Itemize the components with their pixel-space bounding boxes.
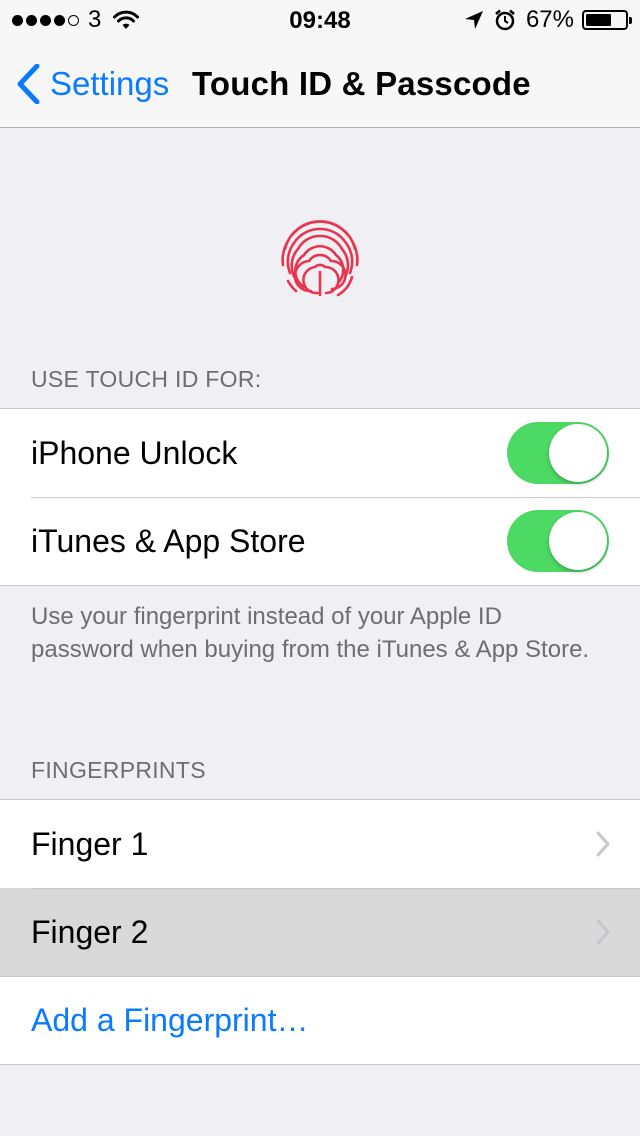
navigation-bar: Settings Touch ID & Passcode — [0, 40, 640, 128]
fingerprint-illustration — [0, 129, 640, 354]
toggle-knob — [549, 424, 607, 482]
chevron-right-icon — [596, 919, 610, 945]
chevron-right-icon — [596, 831, 610, 857]
back-button-label: Settings — [50, 65, 170, 102]
status-bar: 3 09:48 67% — [0, 0, 640, 40]
itunes-app-store-cell: iTunes & App Store — [0, 497, 640, 585]
iphone-unlock-cell: iPhone Unlock — [0, 409, 640, 497]
fingerprints-section-header: FINGERPRINTS — [31, 757, 206, 783]
fingerprint-icon — [281, 220, 359, 297]
battery-icon — [582, 10, 632, 30]
touch-id-section-header: USE TOUCH ID FOR: — [31, 366, 262, 392]
page-title: Touch ID & Passcode — [192, 65, 531, 102]
add-fingerprint-button[interactable]: Add a Fingerprint… — [0, 976, 640, 1064]
battery-level — [586, 14, 612, 26]
finger-1-label: Finger 1 — [31, 825, 149, 862]
fingerprints-group: Finger 1 Finger 2 Add a Fingerprint… — [0, 799, 640, 1065]
location-arrow-icon — [464, 11, 483, 29]
back-button[interactable]: Settings — [16, 62, 169, 106]
status-right: 67% — [464, 6, 632, 33]
finger-2-label: Finger 2 — [31, 913, 149, 950]
iphone-unlock-toggle[interactable] — [507, 422, 609, 484]
toggle-knob — [549, 512, 607, 570]
finger-2-cell[interactable]: Finger 2 — [0, 888, 640, 976]
itunes-app-store-label: iTunes & App Store — [31, 522, 306, 559]
chevron-left-icon — [17, 64, 40, 104]
battery-percent: 67% — [525, 6, 574, 33]
iphone-unlock-label: iPhone Unlock — [31, 434, 238, 471]
touch-id-footer-note: Use your fingerprint instead of your App… — [31, 603, 590, 663]
add-fingerprint-label: Add a Fingerprint… — [31, 1001, 309, 1038]
itunes-app-store-toggle[interactable] — [507, 510, 609, 572]
finger-1-cell[interactable]: Finger 1 — [0, 800, 640, 888]
touch-id-group: iPhone Unlock iTunes & App Store — [0, 408, 640, 586]
alarm-clock-icon — [495, 9, 515, 31]
